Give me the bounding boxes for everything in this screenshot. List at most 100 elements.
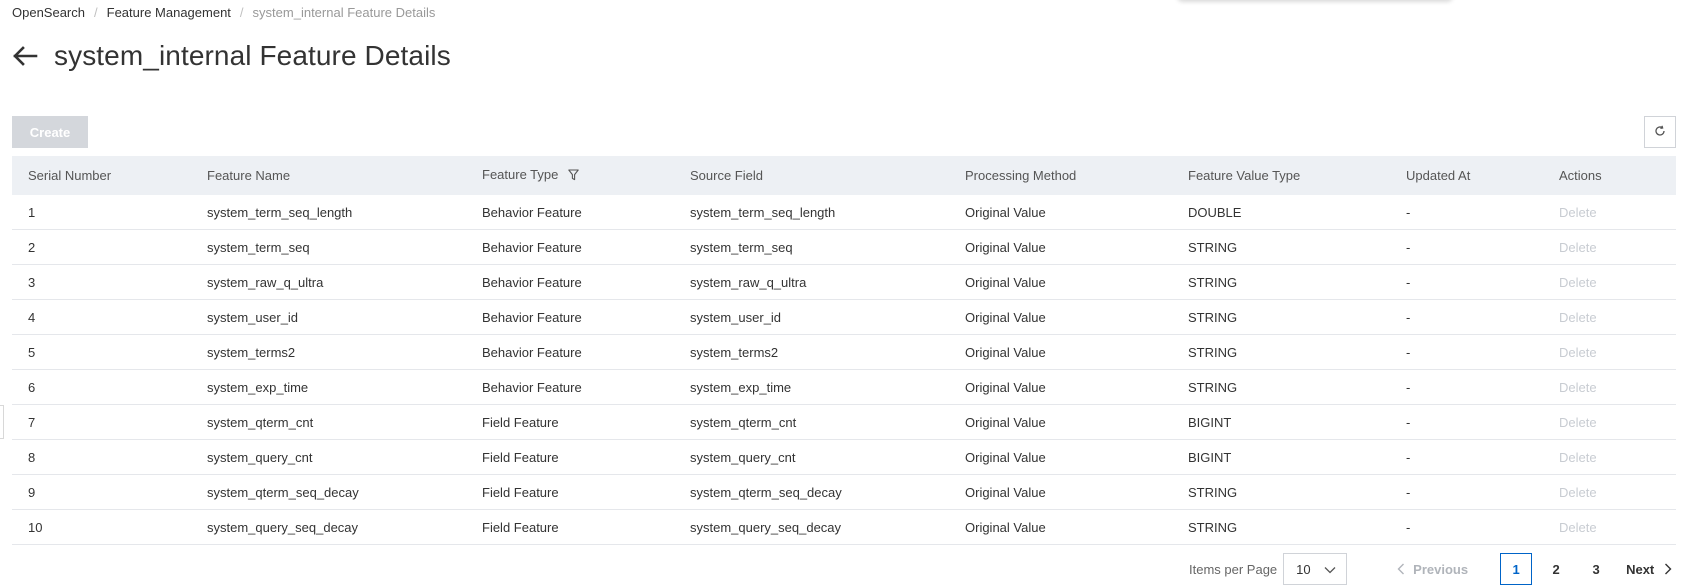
pagination: Items per Page 10 Previous 1 2 3 Next bbox=[1189, 552, 1672, 586]
cell-updated-at: - bbox=[1406, 414, 1411, 430]
cell-feature-name: system_terms2 bbox=[207, 344, 296, 360]
cell-processing-method: Original Value bbox=[965, 414, 1046, 430]
cell-feature-name: system_exp_time bbox=[207, 379, 309, 395]
table-row: 8 system_query_cnt Field Feature system_que… bbox=[12, 440, 1676, 475]
cell-feature-type: Field Feature bbox=[482, 484, 559, 500]
cell-feature-name: system_user_id bbox=[207, 309, 299, 325]
cell-feature-name: system_term_seq bbox=[207, 239, 310, 255]
column-header-updated-at: Updated At bbox=[1406, 168, 1471, 183]
cell-feature-type: Behavior Feature bbox=[482, 239, 582, 255]
cell-feature-name: system_qterm_seq_decay bbox=[207, 484, 359, 500]
column-header-feature-value-type: Feature Value Type bbox=[1188, 168, 1301, 183]
cell-source-field: system_exp_time bbox=[690, 379, 792, 395]
cell-feature-value-type: STRING bbox=[1188, 484, 1238, 500]
cell-feature-type: Behavior Feature bbox=[482, 204, 582, 220]
table-row: 6 system_exp_time Behavior Feature system_e… bbox=[12, 370, 1676, 405]
cell-source-field: system_raw_q_ultra bbox=[690, 274, 807, 290]
page-header: system_internal Feature Details bbox=[12, 38, 451, 74]
column-header-feature-name: Feature Name bbox=[207, 168, 291, 183]
table-header: Serial Number Feature Name Feature Type … bbox=[12, 156, 1676, 195]
delete-link[interactable]: Delete bbox=[1543, 205, 1676, 220]
delete-link[interactable]: Delete bbox=[1543, 240, 1676, 255]
cell-feature-name: system_raw_q_ultra bbox=[207, 274, 324, 290]
cell-source-field: system_term_seq_length bbox=[690, 204, 836, 220]
items-per-page-select[interactable]: 10 bbox=[1283, 553, 1348, 585]
table-row: 1 system_term_seq_length Behavior Feature s… bbox=[12, 195, 1676, 230]
cell-feature-value-type: BIGINT bbox=[1188, 414, 1232, 430]
cell-serial-number: 8 bbox=[28, 449, 36, 465]
side-panel-handle[interactable] bbox=[0, 405, 4, 439]
cell-feature-value-type: STRING bbox=[1188, 379, 1238, 395]
breadcrumb-item-current: system_internal Feature Details bbox=[252, 4, 436, 20]
delete-link[interactable]: Delete bbox=[1543, 345, 1676, 360]
cell-feature-type: Behavior Feature bbox=[482, 379, 582, 395]
delete-link[interactable]: Delete bbox=[1543, 485, 1676, 500]
table-row: 2 system_term_seq Behavior Feature system_t… bbox=[12, 230, 1676, 265]
cell-updated-at: - bbox=[1406, 239, 1411, 255]
cell-serial-number: 7 bbox=[28, 414, 36, 430]
next-page-button[interactable]: Next bbox=[1626, 562, 1672, 577]
cell-source-field: system_query_seq_decay bbox=[690, 519, 842, 535]
cell-updated-at: - bbox=[1406, 379, 1411, 395]
cell-feature-type: Behavior Feature bbox=[482, 309, 582, 325]
delete-link[interactable]: Delete bbox=[1543, 275, 1676, 290]
cell-serial-number: 5 bbox=[28, 344, 36, 360]
cell-feature-name: system_query_cnt bbox=[207, 449, 313, 465]
cell-source-field: system_terms2 bbox=[690, 344, 779, 360]
cell-serial-number: 4 bbox=[28, 309, 36, 325]
cell-processing-method: Original Value bbox=[965, 344, 1046, 360]
cell-updated-at: - bbox=[1406, 274, 1411, 290]
breadcrumb: OpenSearch / Feature Management / system… bbox=[12, 4, 435, 20]
create-button[interactable]: Create bbox=[12, 116, 88, 148]
cell-feature-type: Field Feature bbox=[482, 414, 559, 430]
cell-updated-at: - bbox=[1406, 449, 1411, 465]
delete-link[interactable]: Delete bbox=[1543, 450, 1676, 465]
cell-feature-value-type: STRING bbox=[1188, 519, 1238, 535]
column-header-source-field: Source Field bbox=[690, 168, 763, 183]
cell-feature-type: Field Feature bbox=[482, 519, 559, 535]
cell-source-field: system_qterm_cnt bbox=[690, 414, 797, 430]
items-per-page-label: Items per Page bbox=[1189, 561, 1278, 577]
previous-label: Previous bbox=[1413, 561, 1469, 577]
column-header-actions: Actions bbox=[1559, 168, 1602, 183]
cell-updated-at: - bbox=[1406, 204, 1411, 220]
page-button-3[interactable]: 3 bbox=[1580, 553, 1612, 585]
cell-updated-at: - bbox=[1406, 344, 1411, 360]
table-row: 10 system_query_seq_decay Field Feature sys… bbox=[12, 510, 1676, 545]
items-per-page-value: 10 bbox=[1296, 561, 1311, 577]
page-button-1[interactable]: 1 bbox=[1500, 553, 1533, 585]
cell-updated-at: - bbox=[1406, 484, 1411, 500]
cell-serial-number: 3 bbox=[28, 274, 36, 290]
arrow-left-icon[interactable] bbox=[12, 45, 38, 67]
delete-link[interactable]: Delete bbox=[1543, 380, 1676, 395]
delete-link[interactable]: Delete bbox=[1543, 520, 1676, 535]
delete-link[interactable]: Delete bbox=[1543, 415, 1676, 430]
breadcrumb-item-feature-management[interactable]: Feature Management bbox=[107, 5, 231, 20]
cell-feature-type: Behavior Feature bbox=[482, 274, 582, 290]
column-header-feature-type-label: Feature Type bbox=[482, 167, 559, 183]
table-row: 7 system_qterm_cnt Field Feature system_qte… bbox=[12, 405, 1676, 440]
cell-processing-method: Original Value bbox=[965, 239, 1046, 255]
filter-icon[interactable] bbox=[568, 168, 579, 184]
cell-feature-value-type: STRING bbox=[1188, 309, 1238, 325]
refresh-button[interactable] bbox=[1644, 116, 1676, 148]
breadcrumb-item-opensearch[interactable]: OpenSearch bbox=[12, 5, 85, 20]
cell-source-field: system_qterm_seq_decay bbox=[690, 484, 842, 500]
breadcrumb-separator: / bbox=[94, 4, 98, 20]
page-button-2[interactable]: 2 bbox=[1540, 553, 1572, 585]
column-header-processing-method: Processing Method bbox=[965, 168, 1077, 183]
column-header-serial-number: Serial Number bbox=[28, 168, 112, 183]
cell-feature-name: system_term_seq_length bbox=[207, 204, 353, 220]
cell-source-field: system_query_cnt bbox=[690, 449, 796, 465]
cell-serial-number: 9 bbox=[28, 484, 36, 500]
cell-feature-value-type: STRING bbox=[1188, 344, 1238, 360]
cell-updated-at: - bbox=[1406, 519, 1411, 535]
cell-processing-method: Original Value bbox=[965, 309, 1046, 325]
cell-serial-number: 10 bbox=[28, 519, 43, 535]
previous-page-button[interactable]: Previous bbox=[1397, 562, 1468, 577]
cell-processing-method: Original Value bbox=[965, 204, 1046, 220]
cell-serial-number: 6 bbox=[28, 379, 36, 395]
features-table: Serial Number Feature Name Feature Type … bbox=[12, 156, 1676, 545]
cell-feature-name: system_qterm_cnt bbox=[207, 414, 314, 430]
delete-link[interactable]: Delete bbox=[1543, 310, 1676, 325]
